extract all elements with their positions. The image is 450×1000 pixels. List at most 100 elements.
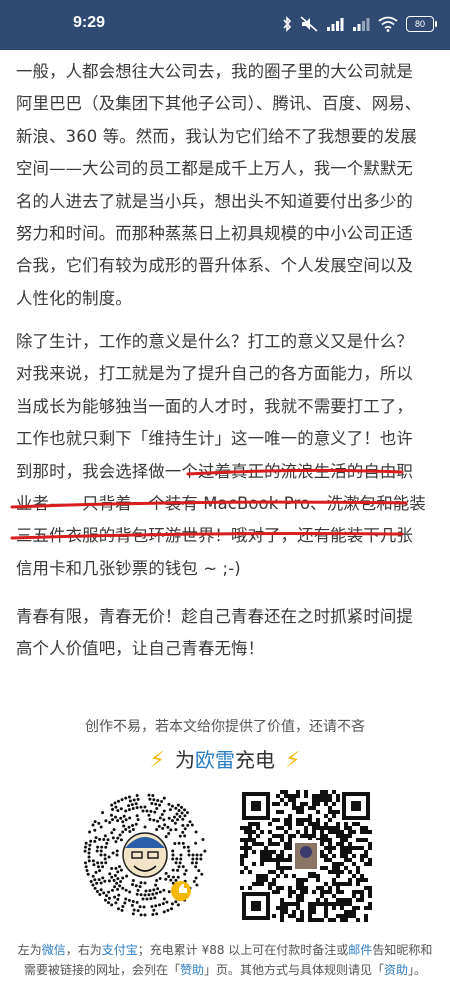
qr-dot <box>119 807 123 811</box>
qr-dot <box>151 892 155 896</box>
qr-dot <box>175 812 179 816</box>
qr-module <box>260 858 264 862</box>
qr-module <box>300 818 304 822</box>
qr-module <box>340 838 344 842</box>
qr-module <box>300 886 304 890</box>
status-time: 9:29 <box>73 14 106 31</box>
qr-module <box>280 810 284 814</box>
battery-icon: 80 <box>406 16 437 32</box>
qr-module <box>260 878 264 882</box>
qr-module <box>268 830 272 834</box>
email-link[interactable]: 邮件 <box>348 943 372 957</box>
qr-dot <box>110 818 114 822</box>
qr-module <box>336 886 340 890</box>
qr-module <box>328 902 332 906</box>
qr-dot <box>85 869 89 873</box>
qr-dot <box>110 831 114 835</box>
qr-module <box>332 854 336 858</box>
qr-dot <box>113 874 117 878</box>
qr-module <box>304 802 308 806</box>
qr-dot <box>147 793 151 797</box>
qr-dot <box>178 815 182 819</box>
qr-module <box>296 790 300 794</box>
qr-module <box>312 806 316 810</box>
qr-dot <box>181 865 185 869</box>
qr-module <box>268 858 272 862</box>
qr-module <box>324 902 328 906</box>
qr-dot <box>154 802 158 806</box>
qr-module <box>280 838 284 842</box>
qr-dot <box>176 868 180 872</box>
qr-module <box>344 850 348 854</box>
qr-module <box>276 890 280 894</box>
qr-dot <box>127 898 131 902</box>
qr-module <box>336 902 340 906</box>
lightning-icon: ⚡ <box>285 748 301 773</box>
qr-dot <box>194 841 198 845</box>
qr-module <box>348 902 352 906</box>
qr-dot <box>93 820 97 824</box>
qr-dot <box>110 803 114 807</box>
qr-dot <box>152 908 156 912</box>
qr-module <box>344 910 348 914</box>
qr-module <box>312 910 316 914</box>
qr-module <box>284 874 288 878</box>
funding-page-link[interactable]: 资助 <box>384 963 408 977</box>
qr-dot <box>179 853 183 857</box>
qr-module <box>364 918 368 922</box>
qr-dot <box>116 836 120 840</box>
qr-module <box>324 822 328 826</box>
qr-finder <box>251 801 261 811</box>
qr-module <box>304 834 308 838</box>
qr-module <box>336 798 340 802</box>
qr-module <box>324 814 328 818</box>
qr-dot <box>118 833 122 837</box>
qr-dot <box>186 823 190 827</box>
qr-dot <box>165 900 169 904</box>
qr-module <box>348 910 352 914</box>
qr-dot <box>158 890 162 894</box>
qr-module <box>300 890 304 894</box>
qr-module <box>276 810 280 814</box>
qr-dot <box>175 857 179 861</box>
qr-module <box>336 826 340 830</box>
qr-module <box>352 894 356 898</box>
qr-module <box>312 918 316 922</box>
wechat-link[interactable]: 微信 <box>42 943 66 957</box>
qr-dot <box>111 851 115 855</box>
qr-dot <box>178 834 182 838</box>
qr-dot <box>148 797 152 801</box>
qr-module <box>356 870 360 874</box>
qr-dot <box>191 857 195 861</box>
mute-icon <box>300 16 318 32</box>
qr-dot <box>111 807 115 811</box>
qr-dot <box>139 893 143 897</box>
qr-dot <box>167 890 171 894</box>
qr-module <box>312 874 316 878</box>
paragraph-text: 除了生计，工作的意义是什么？打工的意义又是什么？对我来说，打工就是为了提升自己的… <box>16 332 413 481</box>
qr-dot <box>93 878 97 882</box>
qr-dot <box>174 861 178 865</box>
qr-module <box>352 890 356 894</box>
qr-dot <box>115 881 119 885</box>
qr-dot <box>124 827 128 831</box>
qr-dot <box>174 806 178 810</box>
qr-dot <box>98 869 102 873</box>
qr-module <box>324 910 328 914</box>
qr-module <box>260 830 264 834</box>
sponsor-page-link[interactable]: 赞助 <box>180 963 204 977</box>
qr-module <box>296 830 300 834</box>
avatar-face <box>300 846 312 858</box>
reward-footer-note: 左为微信，右为支付宝；充电累计 ¥88 以上可在付款时备注或邮件告知昵称和需要被… <box>16 940 434 980</box>
qr-dot <box>132 798 136 802</box>
qr-module <box>360 826 364 830</box>
qr-module <box>324 858 328 862</box>
reward-note: 创作不易，若本文给你提供了价值，还请不吝 <box>85 719 365 735</box>
qr-dot <box>203 849 207 853</box>
qr-dot <box>99 825 103 829</box>
alipay-link[interactable]: 支付宝 <box>102 943 138 957</box>
qr-module <box>284 910 288 914</box>
qr-module <box>324 854 328 858</box>
qr-module <box>264 850 268 854</box>
qr-dot <box>95 881 99 885</box>
